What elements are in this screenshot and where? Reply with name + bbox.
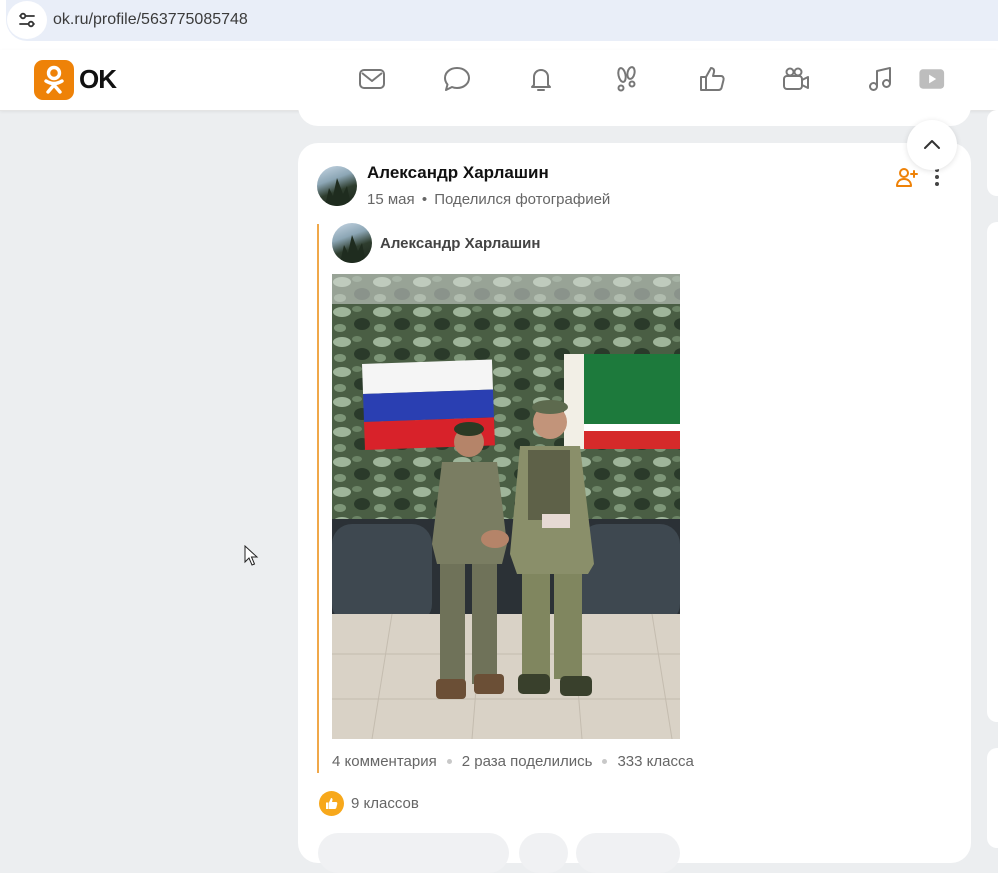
comments-count[interactable]: 4 комментария [332,753,437,770]
post-date[interactable]: 15 мая [367,191,415,208]
repost-author-name[interactable]: Александр Харлашин [380,235,540,252]
likes-label: 9 классов [351,795,419,812]
tune-icon [19,12,35,28]
chevron-up-icon [924,140,940,149]
classes-count[interactable]: 333 класса [617,753,693,770]
url-text[interactable]: ok.ru/profile/563775085748 [53,11,248,29]
site-info-button[interactable] [7,1,47,39]
right-column-card [987,748,998,848]
post-meta: 15 мая • Поделился фотографией [367,191,610,208]
right-column-card [987,222,998,722]
post-action: Поделился фотографией [434,191,611,208]
thumbs-up-icon [319,791,344,816]
flag-chechnya [564,354,680,449]
video-play-icon[interactable] [915,64,949,94]
post-photo[interactable] [332,274,680,739]
stats-separator [446,759,452,764]
mouse-cursor-icon [244,545,259,566]
ok-logo[interactable]: OK [34,59,117,100]
post-card: Александр Харлашин 15 мая • Поделился фо… [298,143,971,873]
post-stats: 4 комментария 2 раза поделились 333 клас… [332,753,694,770]
music-icon[interactable] [866,64,896,94]
bell-icon[interactable] [526,64,556,94]
logo-text: OK [79,64,117,94]
repost-author-avatar[interactable] [332,223,372,263]
likes-summary[interactable]: 9 классов [319,791,419,816]
comment-button[interactable] [318,833,509,873]
browser-url-bar: ok.ru/profile/563775085748 [0,0,998,50]
right-column-card [987,110,998,196]
chat-icon[interactable] [442,64,472,94]
shares-count[interactable]: 2 раза поделились [462,753,593,770]
repost-accent-line [317,224,319,773]
class-button[interactable] [576,833,680,873]
post-author-name[interactable]: Александр Харлашин [367,163,549,183]
add-friend-icon[interactable] [895,165,919,189]
share-button[interactable] [519,833,568,873]
previous-post-card [298,96,971,126]
stats-separator [602,759,608,764]
scroll-to-top-button[interactable] [907,120,957,170]
author-avatar[interactable] [317,166,357,206]
video-camera-icon[interactable] [781,64,811,94]
thumbs-up-icon[interactable] [697,64,727,94]
mail-icon[interactable] [357,64,387,94]
ok-logo-icon [34,59,74,100]
meta-separator: • [421,191,428,208]
footprints-icon[interactable] [611,64,641,94]
